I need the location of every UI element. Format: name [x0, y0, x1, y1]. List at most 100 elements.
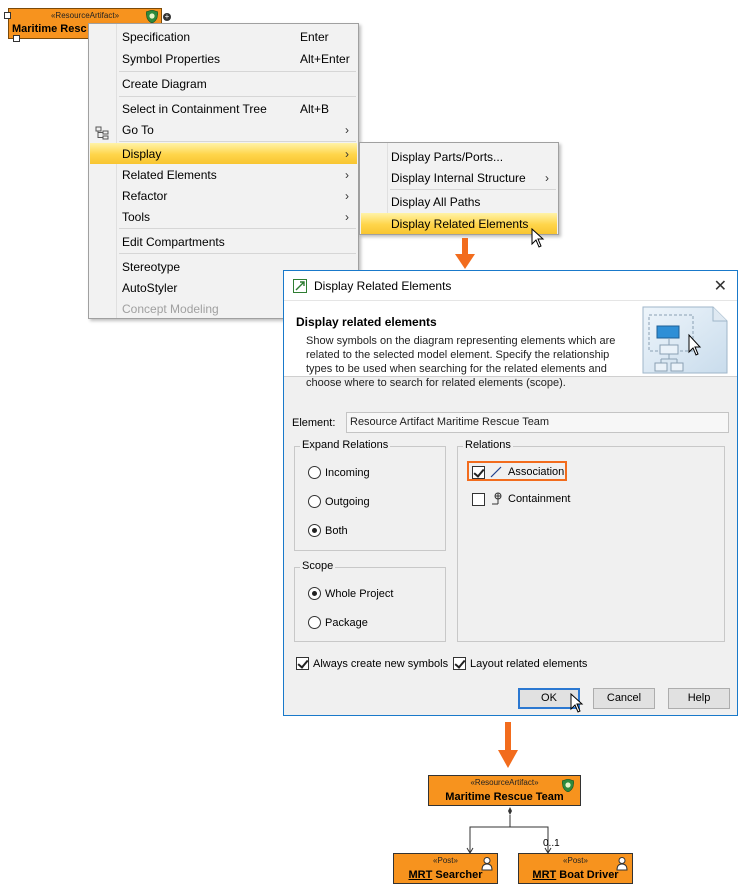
menu-item-go-to[interactable]: Go To › [90, 119, 357, 140]
checkbox[interactable] [296, 657, 309, 670]
radio-outgoing[interactable]: Outgoing [308, 495, 370, 508]
name-prefix: MRT [532, 869, 557, 881]
display-related-elements-dialog: Display Related Elements ✕ Display relat… [283, 270, 738, 716]
menu-item-display[interactable]: Display › [90, 143, 357, 164]
menu-item-display-internal-structure[interactable]: Display Internal Structure › [361, 167, 557, 188]
checkbox-label: Containment [508, 493, 571, 505]
containment-icon [492, 492, 502, 505]
name-suffix: Boat Driver [556, 869, 619, 881]
resize-handle[interactable] [4, 12, 11, 19]
chevron-right-icon: › [345, 188, 349, 203]
menu-item-select-in-containment-tree[interactable]: Select in Containment Tree Alt+B [90, 98, 357, 119]
checkbox[interactable] [453, 657, 466, 670]
menu-item-tools[interactable]: Tools › [90, 206, 357, 227]
diagram-illustration-icon [642, 306, 728, 374]
relation-containment[interactable]: Containment [472, 492, 570, 506]
layout-related-elements[interactable]: Layout related elements [453, 657, 587, 670]
name-prefix: MRT [408, 869, 433, 881]
radio-label: Outgoing [325, 495, 370, 508]
mouse-cursor-icon [531, 228, 545, 248]
resize-handle[interactable] [13, 35, 20, 42]
menu-shortcut: Alt+Enter [300, 51, 350, 66]
menu-separator [119, 253, 356, 254]
menu-item-label: Stereotype [122, 259, 181, 274]
person-icon [481, 857, 493, 871]
maritime-rescue-team-block[interactable]: «ResourceArtifact» Maritime Rescue Team [428, 775, 581, 806]
menu-item-label: Go To [122, 122, 154, 137]
menu-item-label: Specification [122, 29, 191, 44]
menu-item-refactor[interactable]: Refactor › [90, 185, 357, 206]
shield-icon [146, 10, 158, 23]
chevron-right-icon: › [345, 146, 349, 161]
menu-item-label: Display All Paths [391, 194, 481, 209]
radio-button[interactable] [308, 495, 321, 508]
element-stereotype: «ResourceArtifact» [50, 11, 120, 20]
group-title: Expand Relations [300, 439, 391, 451]
mouse-cursor-icon [570, 693, 584, 713]
always-create-new-symbols[interactable]: Always create new symbols [296, 657, 448, 670]
radio-label: Both [325, 524, 348, 537]
display-submenu: Display Parts/Ports... Display Internal … [359, 142, 559, 235]
radio-button[interactable] [308, 587, 321, 600]
menu-separator [119, 96, 356, 97]
chevron-right-icon: › [545, 170, 549, 185]
cancel-button[interactable]: Cancel [593, 688, 655, 709]
menu-item-label: Edit Compartments [122, 234, 225, 249]
menu-item-label: Related Elements [122, 167, 217, 182]
menu-item-label: Select in Containment Tree [122, 101, 267, 116]
menu-item-specification[interactable]: Specification Enter [90, 26, 357, 47]
element-field: Resource Artifact Maritime Rescue Team [346, 412, 729, 433]
shield-icon [562, 779, 574, 792]
mrt-searcher-block[interactable]: «Post» MRT Searcher [393, 853, 498, 884]
menu-separator [119, 228, 356, 229]
element-name: Maritime Resc [12, 23, 87, 35]
menu-item-display-all-paths[interactable]: Display All Paths [361, 191, 557, 212]
scope-group: Scope [294, 560, 446, 642]
menu-item-display-related-elements[interactable]: Display Related Elements [361, 213, 557, 234]
radio-label: Package [325, 616, 368, 629]
multiplicity-label: 0..1 [543, 838, 560, 849]
down-arrow-icon [498, 722, 518, 768]
radio-whole-project[interactable]: Whole Project [308, 587, 393, 600]
menu-item-display-parts-ports[interactable]: Display Parts/Ports... [361, 146, 557, 167]
menu-item-label: Display Internal Structure [391, 170, 526, 185]
menu-item-label: Refactor [122, 188, 168, 203]
menu-item-label: Symbol Properties [122, 51, 221, 66]
checkbox[interactable] [472, 492, 485, 506]
menu-item-related-elements[interactable]: Related Elements › [90, 164, 357, 185]
chevron-right-icon: › [345, 167, 349, 182]
menu-separator [119, 71, 356, 72]
radio-button[interactable] [308, 466, 321, 479]
element-label: Element: [292, 417, 336, 429]
dialog-title-bar: Display Related Elements ✕ [284, 271, 737, 301]
group-title: Scope [300, 560, 336, 572]
menu-item-label: AutoStyler [122, 280, 178, 295]
menu-item-label: Concept Modeling [122, 301, 219, 316]
menu-item-edit-compartments[interactable]: Edit Compartments [90, 231, 357, 252]
block-stereotype: «ResourceArtifact» [470, 778, 539, 787]
dialog-app-icon [293, 279, 307, 293]
menu-item-label: Tools [122, 209, 151, 224]
radio-package[interactable]: Package [308, 616, 368, 629]
add-icon[interactable]: + [163, 13, 171, 21]
radio-button[interactable] [308, 616, 321, 629]
name-suffix: Searcher [432, 869, 483, 881]
close-icon[interactable]: ✕ [714, 276, 727, 296]
radio-incoming[interactable]: Incoming [308, 466, 370, 479]
mrt-boat-driver-block[interactable]: «Post» MRT Boat Driver [518, 853, 633, 884]
radio-label: Incoming [325, 466, 370, 479]
relations-connector [466, 807, 552, 854]
radio-button[interactable] [308, 524, 321, 537]
person-icon [616, 857, 628, 871]
checkbox-label: Always create new symbols [313, 657, 449, 670]
chevron-right-icon: › [345, 209, 349, 224]
menu-item-create-diagram[interactable]: Create Diagram [90, 73, 357, 94]
radio-both[interactable]: Both [308, 524, 348, 537]
help-button[interactable]: Help [668, 688, 730, 709]
menu-item-symbol-properties[interactable]: Symbol Properties Alt+Enter [90, 48, 357, 69]
menu-shortcut: Enter [300, 29, 329, 44]
menu-item-label: Display [122, 146, 162, 161]
menu-item-label: Display Related Elements [391, 216, 529, 231]
chevron-right-icon: › [345, 122, 349, 137]
menu-shortcut: Alt+B [300, 101, 330, 116]
